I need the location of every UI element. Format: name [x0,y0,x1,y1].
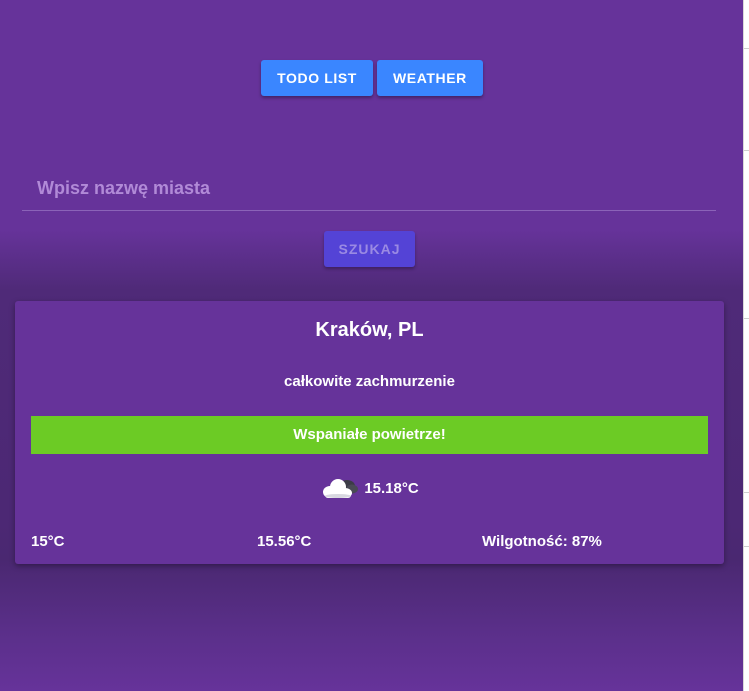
main-nav: TODO LIST WEATHER [0,60,744,96]
city-search-input[interactable] [22,168,716,208]
strip-divider [744,48,749,49]
strip-divider [744,150,749,151]
strip-divider [744,318,749,319]
air-quality-banner: Wspaniałe powietrze! [31,416,708,454]
weather-description: całkowite zachmurzenie [284,373,455,390]
city-search-field [22,168,716,211]
weather-card: Kraków, PL całkowite zachmurzenie Wspani… [15,301,724,564]
current-weather: 15.18°C [15,474,724,502]
max-temperature: 15.56°C [257,533,312,550]
current-temperature: 15.18°C [364,479,419,497]
humidity: Wilgotność: 87% [482,533,602,550]
strip-divider [744,546,749,547]
todo-list-button[interactable]: TODO LIST [261,60,373,96]
min-temperature: 15°C [31,533,65,550]
scrollbar-strip [743,0,749,691]
search-button[interactable]: SZUKAJ [324,231,415,267]
cloud-icon [320,474,360,502]
strip-divider [744,492,749,493]
city-name: Kraków, PL [315,319,424,341]
weather-button[interactable]: WEATHER [376,60,483,96]
